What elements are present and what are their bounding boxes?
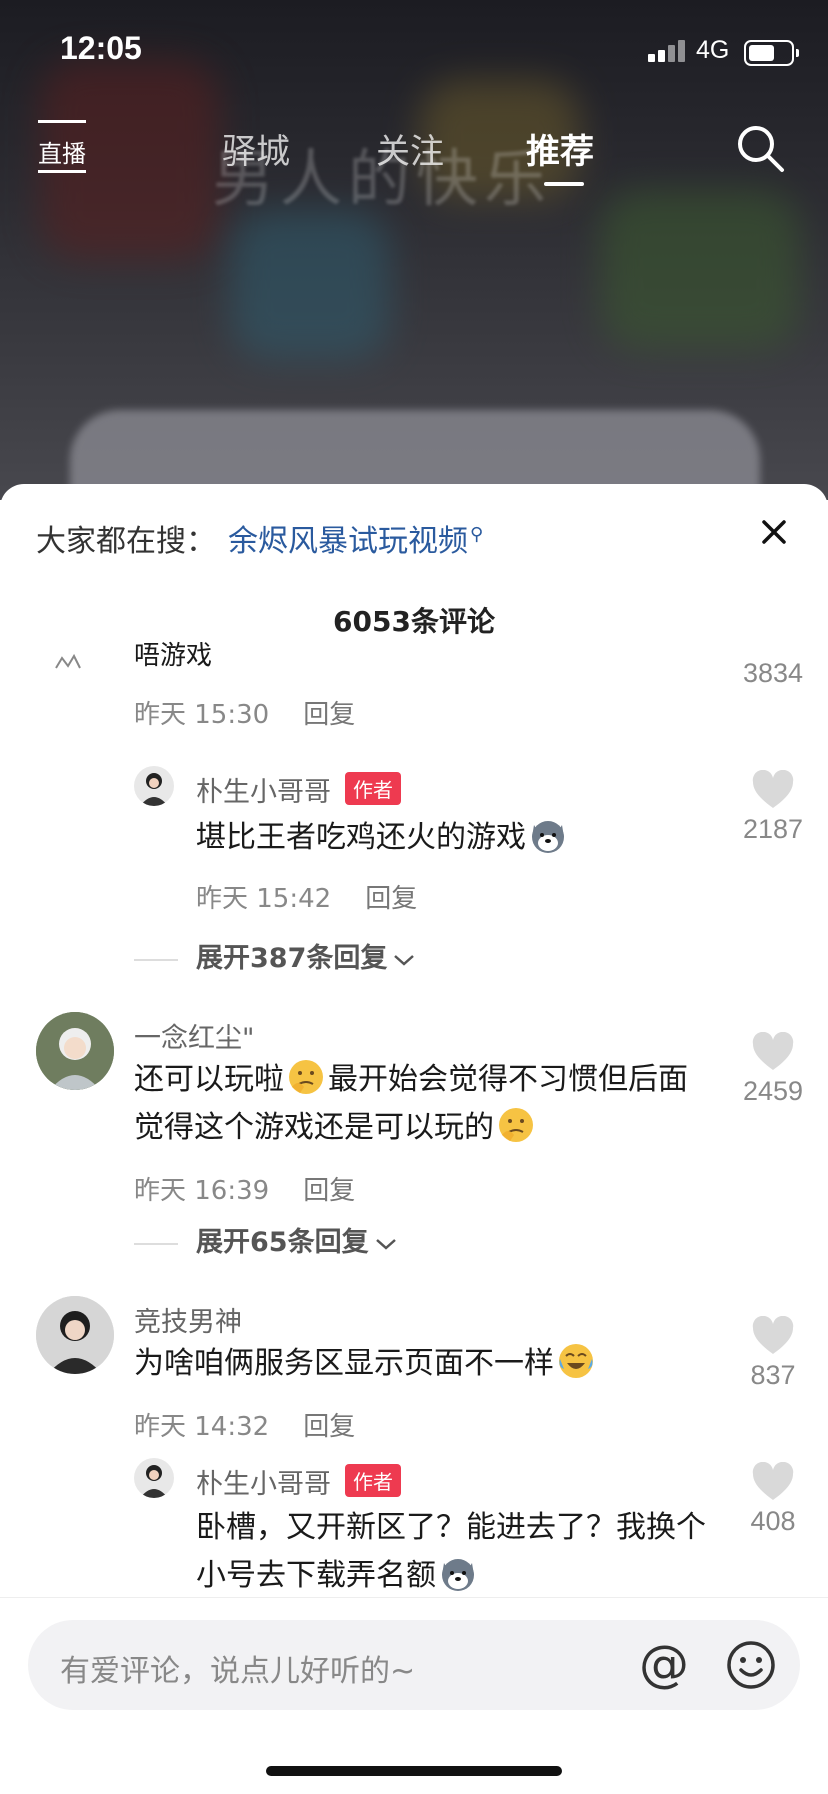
chevron-down-icon [375, 1238, 396, 1250]
comment-text: 堪比王者吃鸡还火的游戏 [196, 814, 570, 862]
comment-username[interactable]: 竞技男神 [134, 1300, 242, 1339]
heart-icon [752, 1032, 794, 1070]
emoji-icon[interactable] [724, 1638, 778, 1692]
username-text: 朴生小哥哥 [196, 777, 331, 808]
comment-text-body: 还可以玩啦 [134, 1062, 284, 1097]
avatar[interactable] [36, 624, 100, 688]
hot-search-term[interactable]: 余烬风暴试玩视频 [228, 524, 468, 559]
top-navigation: 直播 驿城 关注 推荐 [0, 110, 828, 190]
like-count: 2187 [742, 814, 804, 844]
comment-text: 卧槽，又开新区了？能进去了？我换个小号去下载弄名额 [196, 1504, 706, 1600]
author-badge: 作者 [345, 772, 401, 805]
dog-emoji-icon [442, 1559, 474, 1591]
status-time: 12:05 [60, 30, 142, 66]
blurred-shape [600, 190, 800, 350]
tab-recommended[interactable]: 推荐 [526, 124, 594, 173]
comment-meta: 昨天 16:39 回复 [134, 1170, 355, 1207]
like-button[interactable]: 408 [736, 1462, 810, 1537]
like-count: 408 [750, 1506, 796, 1536]
heart-icon [752, 1462, 794, 1500]
comment-username[interactable]: 朴生小哥哥 作者 [196, 770, 401, 809]
status-bar: 12:05 4G [0, 0, 828, 100]
search-icon: ⚲ [470, 524, 484, 545]
comment-text: 还可以玩啦 最开始会觉得不习惯但后面觉得这个游戏还是可以玩的 [134, 1056, 704, 1152]
comment-text-body: 堪比王者吃鸡还火的游戏 [196, 820, 526, 855]
search-icon[interactable] [734, 122, 788, 176]
tab-city[interactable]: 驿城 [222, 124, 290, 173]
comment-count: 6053条评论 [333, 605, 495, 638]
expand-replies-button[interactable]: 展开387条回复 [134, 936, 415, 975]
comment-input-placeholder: 有爱评论，说点儿好听的~ [60, 1654, 416, 1689]
expand-label: 展开65条回复 [196, 1227, 369, 1258]
like-count: 837 [750, 1360, 796, 1390]
comment-username[interactable]: 一念红尘" [134, 1016, 254, 1055]
avatar[interactable] [134, 1458, 174, 1498]
comment-time: 昨天 15:30 [134, 700, 270, 730]
avatar[interactable] [134, 766, 174, 806]
live-button[interactable]: 直播 [36, 120, 88, 173]
close-icon[interactable] [756, 514, 792, 550]
comment-meta: 昨天 15:42 回复 [196, 878, 417, 915]
reply-button[interactable]: 回复 [303, 1176, 355, 1206]
active-tab-indicator [544, 182, 584, 186]
like-button[interactable]: 2187 [736, 770, 810, 845]
chevron-down-icon [394, 954, 415, 966]
hot-search-prefix: 大家都在搜： [36, 524, 216, 559]
laughing-crying-emoji-icon [559, 1344, 593, 1378]
tab-following[interactable]: 关注 [376, 124, 444, 173]
comment-input-bar: 有爱评论，说点儿好听的~ @ [0, 1597, 828, 1794]
like-button[interactable]: 837 [736, 1316, 810, 1391]
battery-icon [744, 40, 799, 66]
comment-username[interactable]: 朴生小哥哥 作者 [196, 1462, 401, 1501]
comment-time: 昨天 16:39 [134, 1176, 270, 1206]
comment-text: 为啥咱俩服务区显示页面不一样 [134, 1340, 598, 1388]
network-type: 4G [696, 36, 730, 64]
like-button[interactable]: 2459 [736, 1032, 810, 1107]
thinking-emoji-icon [289, 1060, 323, 1094]
comment-input[interactable]: 有爱评论，说点儿好听的~ @ [28, 1620, 800, 1710]
avatar[interactable] [36, 1296, 114, 1374]
comment-text: 唔游戏 [134, 641, 213, 671]
comment-time: 昨天 15:42 [196, 884, 332, 914]
like-count: 3834 [742, 658, 804, 688]
avatar[interactable] [36, 1012, 114, 1090]
signal-icon [648, 40, 688, 62]
comment-meta: 昨天 14:32 回复 [134, 1406, 355, 1443]
heart-icon [752, 770, 794, 808]
username-text: 朴生小哥哥 [196, 1469, 331, 1500]
like-count: 2459 [742, 1076, 804, 1106]
blurred-shape [230, 210, 390, 360]
mention-button[interactable]: @ [636, 1638, 692, 1694]
reply-button[interactable]: 回复 [303, 700, 355, 730]
comment-meta: 昨天 15:30 回复 [134, 694, 355, 731]
comment-time: 昨天 14:32 [134, 1412, 270, 1442]
hot-search-bar[interactable]: 大家都在搜： 余烬风暴试玩视频 ⚲ [36, 516, 483, 560]
expand-label: 展开387条回复 [196, 943, 388, 974]
reply-button[interactable]: 回复 [303, 1412, 355, 1442]
reply-button[interactable]: 回复 [365, 884, 417, 914]
expand-replies-button[interactable]: 展开65条回复 [134, 1220, 397, 1259]
heart-icon [752, 1316, 794, 1354]
comment-text-body: 为啥咱俩服务区显示页面不一样 [134, 1346, 554, 1381]
live-label: 直播 [38, 140, 86, 168]
thinking-emoji-icon [499, 1108, 533, 1142]
author-badge: 作者 [345, 1464, 401, 1497]
home-indicator [266, 1766, 562, 1776]
dog-emoji-icon [532, 821, 564, 853]
like-button[interactable]: 3834 [736, 654, 810, 689]
